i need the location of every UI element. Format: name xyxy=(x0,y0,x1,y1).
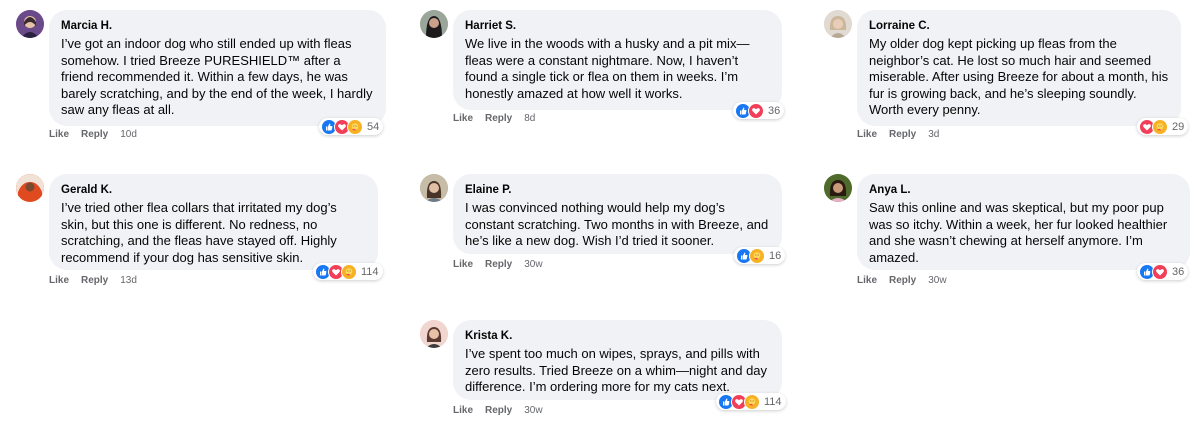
comment-author[interactable]: Krista K. xyxy=(465,329,770,343)
reaction-summary[interactable]: 36 xyxy=(1137,263,1189,280)
reaction-count: 114 xyxy=(764,395,782,408)
comment-text: My older dog kept picking up fleas from … xyxy=(869,36,1169,117)
like-link[interactable]: Like xyxy=(49,129,69,140)
love-reaction-icon xyxy=(748,102,764,119)
comment-actions: Like Reply 3d xyxy=(857,129,951,140)
like-link[interactable]: Like xyxy=(453,405,473,416)
comment-timestamp[interactable]: 30w xyxy=(524,259,542,270)
comment-author[interactable]: Gerald K. xyxy=(61,183,366,197)
reaction-count: 29 xyxy=(1172,120,1185,133)
like-link[interactable]: Like xyxy=(453,113,473,124)
comment-bubble: Elaine P. I was convinced nothing would … xyxy=(453,174,782,254)
reaction-count: 36 xyxy=(768,104,781,117)
reply-link[interactable]: Reply xyxy=(81,129,108,140)
avatar[interactable] xyxy=(420,10,448,38)
reaction-summary[interactable]: 54 xyxy=(319,118,384,135)
comment-bubble: Lorraine C. My older dog kept picking up… xyxy=(857,10,1181,126)
comment-actions: Like Reply 13d xyxy=(49,275,149,286)
care-reaction-icon xyxy=(1152,118,1168,135)
comment-text: Saw this online and was skeptical, but m… xyxy=(869,200,1168,265)
comment-text: I’ve spent too much on wipes, sprays, an… xyxy=(465,346,768,394)
comment-actions: Like Reply 30w xyxy=(857,275,959,286)
reaction-summary[interactable]: 114 xyxy=(716,393,786,410)
reaction-summary[interactable]: 16 xyxy=(734,247,786,264)
like-link[interactable]: Like xyxy=(857,129,877,140)
care-reaction-icon xyxy=(744,393,760,410)
avatar[interactable] xyxy=(420,174,448,202)
comment-timestamp[interactable]: 30w xyxy=(524,405,542,416)
avatar[interactable] xyxy=(824,174,852,202)
comment-bubble: Gerald K. I’ve tried other flea collars … xyxy=(49,174,378,270)
reaction-summary[interactable]: 114 xyxy=(313,263,383,280)
reaction-count: 54 xyxy=(367,120,380,133)
reaction-count: 36 xyxy=(1172,265,1185,278)
reaction-count: 16 xyxy=(769,249,782,262)
avatar[interactable] xyxy=(16,10,44,38)
comment-timestamp[interactable]: 30w xyxy=(928,275,946,286)
comment-timestamp[interactable]: 3d xyxy=(928,129,939,140)
comment-author[interactable]: Elaine P. xyxy=(465,183,770,197)
like-link[interactable]: Like xyxy=(49,275,69,286)
avatar[interactable] xyxy=(16,174,44,202)
comment-author[interactable]: Marcia H. xyxy=(61,19,374,33)
comment-text: I’ve tried other flea collars that irrit… xyxy=(61,200,337,265)
reply-link[interactable]: Reply xyxy=(485,405,512,416)
care-reaction-icon xyxy=(347,118,363,135)
reply-link[interactable]: Reply xyxy=(889,275,916,286)
comment-actions: Like Reply 30w xyxy=(453,405,555,416)
comment-bubble: Marcia H. I’ve got an indoor dog who sti… xyxy=(49,10,386,126)
comment-text: We live in the woods with a husky and a … xyxy=(465,36,750,101)
reply-link[interactable]: Reply xyxy=(81,275,108,286)
avatar[interactable] xyxy=(420,320,448,348)
comment-author[interactable]: Harriet S. xyxy=(465,19,770,33)
comment-timestamp[interactable]: 13d xyxy=(120,275,137,286)
comment-bubble: Anya L. Saw this online and was skeptica… xyxy=(857,174,1190,270)
reaction-summary[interactable]: 29 xyxy=(1137,118,1189,135)
like-link[interactable]: Like xyxy=(453,259,473,270)
comment-text: I’ve got an indoor dog who still ended u… xyxy=(61,36,373,117)
comment-author[interactable]: Lorraine C. xyxy=(869,19,1169,33)
reply-link[interactable]: Reply xyxy=(889,129,916,140)
reaction-summary[interactable]: 36 xyxy=(733,102,785,119)
like-link[interactable]: Like xyxy=(857,275,877,286)
reaction-count: 114 xyxy=(361,265,379,278)
avatar[interactable] xyxy=(824,10,852,38)
reply-link[interactable]: Reply xyxy=(485,113,512,124)
comment-bubble: Krista K. I’ve spent too much on wipes, … xyxy=(453,320,782,400)
care-reaction-icon xyxy=(749,247,765,264)
comment-author[interactable]: Anya L. xyxy=(869,183,1178,197)
comment-actions: Like Reply 8d xyxy=(453,113,547,124)
love-reaction-icon xyxy=(1152,263,1168,280)
comment-actions: Like Reply 30w xyxy=(453,259,555,270)
comment-bubble: Harriet S. We live in the woods with a h… xyxy=(453,10,782,110)
care-reaction-icon xyxy=(341,263,357,280)
comment-timestamp[interactable]: 8d xyxy=(524,113,535,124)
comment-timestamp[interactable]: 10d xyxy=(120,129,137,140)
comment-text: I was convinced nothing would help my do… xyxy=(465,200,769,248)
reply-link[interactable]: Reply xyxy=(485,259,512,270)
comment-actions: Like Reply 10d xyxy=(49,129,149,140)
